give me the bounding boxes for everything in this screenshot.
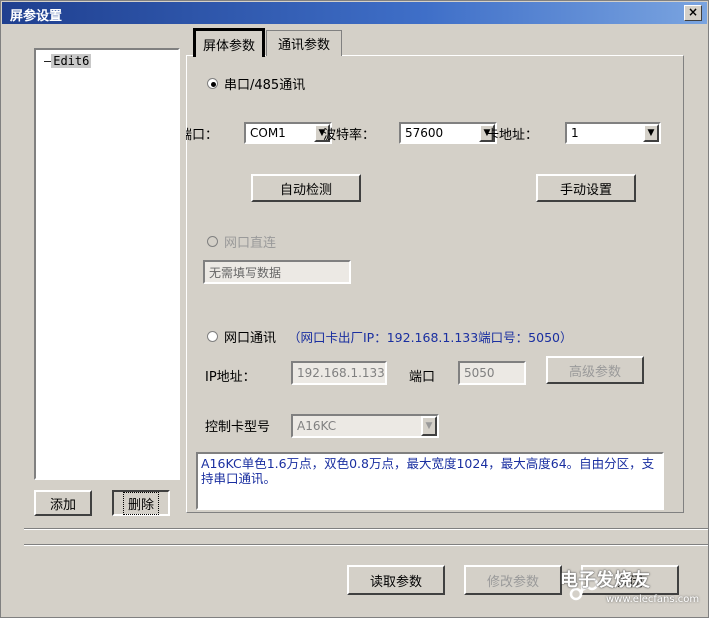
- network-radio-label: 网口通讯: [224, 331, 277, 346]
- tab-label: 屏体参数: [202, 38, 255, 54]
- add-button[interactable]: 添加: [34, 490, 92, 516]
- read-params-label: 读取参数: [369, 574, 422, 590]
- controller-select[interactable]: A16KC ▼: [291, 414, 439, 438]
- screen-tree[interactable]: — Edit6: [34, 48, 180, 480]
- tab-screen-params[interactable]: 屏体参数: [193, 28, 265, 57]
- modify-params-label: 修改参数: [486, 574, 539, 590]
- card-addr-value: 1: [571, 126, 579, 140]
- close-icon[interactable]: ×: [684, 5, 702, 21]
- manual-setup-button[interactable]: 手动设置: [536, 174, 636, 202]
- add-button-label: 添加: [49, 497, 76, 513]
- auto-detect-label: 自动检测: [279, 182, 332, 198]
- net-port-label: 端口: [409, 370, 436, 385]
- advanced-label: 高级参数: [568, 364, 621, 380]
- advanced-button[interactable]: 高级参数: [546, 356, 644, 384]
- port-value: COM1: [250, 126, 286, 140]
- modify-params-button[interactable]: 修改参数: [464, 565, 562, 595]
- controller-value: A16KC: [297, 419, 337, 433]
- tab-comm-params[interactable]: 通讯参数: [266, 30, 342, 56]
- direct-radio-label: 网口直连: [224, 236, 277, 251]
- read-params-button[interactable]: 读取参数: [347, 565, 445, 595]
- status-strip: [24, 544, 708, 546]
- port-select[interactable]: COM1 ▼: [244, 122, 332, 144]
- card-addr-select[interactable]: 1 ▼: [565, 122, 661, 144]
- tree-item[interactable]: — Edit6: [44, 54, 92, 68]
- network-hint: （网口卡出厂IP：192.168.1.133端口号：5050）: [288, 330, 573, 345]
- delete-button-label: 删除: [122, 491, 159, 515]
- controller-description: A16KC单色1.6万点，双色0.8万点，最大宽度1024，最大高度64。自由分…: [196, 452, 664, 510]
- ip-label: IP地址：: [205, 370, 256, 385]
- controller-label: 控制卡型号: [205, 420, 271, 435]
- baud-value: 57600: [405, 126, 444, 140]
- serial-radio[interactable]: [207, 78, 218, 89]
- watermark-url: www.elecfans.com: [606, 594, 700, 605]
- delete-button[interactable]: 删除: [112, 490, 170, 516]
- serial-row: 端口： COM1 ▼ 波特率： 57600 ▼ 卡地址： 1 ▼: [186, 118, 686, 148]
- direct-radio[interactable]: [207, 236, 218, 247]
- tree-item-label: Edit6: [51, 54, 92, 68]
- net-port-value: 5050: [464, 366, 495, 380]
- auto-detect-button[interactable]: 自动检测: [251, 174, 361, 202]
- card-addr-label: 卡地址：: [486, 128, 539, 143]
- window-title: 屏参设置: [10, 9, 63, 24]
- baud-select[interactable]: 57600 ▼: [399, 122, 497, 144]
- divider: [24, 528, 708, 530]
- network-radio[interactable]: [207, 331, 218, 342]
- chevron-down-icon: ▼: [421, 416, 437, 436]
- net-port-field[interactable]: 5050: [458, 361, 526, 385]
- ip-value: 192.168.1.133: [297, 366, 385, 380]
- chevron-down-icon: ▼: [643, 124, 659, 142]
- ip-field[interactable]: 192.168.1.133: [291, 361, 387, 385]
- tab-label: 通讯参数: [277, 38, 330, 53]
- direct-field[interactable]: 无需填写数据: [203, 260, 351, 284]
- watermark-brand: 电子发烧友: [560, 570, 650, 591]
- title-bar[interactable]: 屏参设置: [2, 2, 707, 24]
- port-label: 端口：: [186, 128, 219, 143]
- serial-radio-label: 串口/485通讯: [224, 78, 306, 93]
- baud-label: 波特率：: [323, 128, 376, 143]
- direct-field-text: 无需填写数据: [209, 265, 282, 280]
- manual-setup-label: 手动设置: [559, 182, 612, 198]
